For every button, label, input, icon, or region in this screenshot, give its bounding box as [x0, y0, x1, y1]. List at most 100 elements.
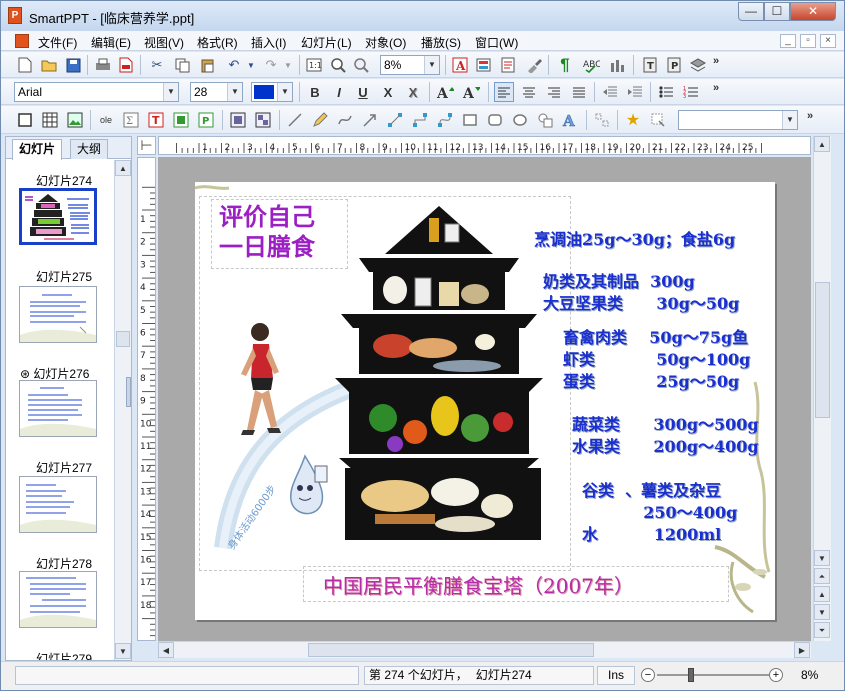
strikethrough-icon[interactable]: X	[378, 82, 398, 102]
canvas-vertical-scrollbar[interactable]: ▲ ▼ ⏶ ▲ ▼ ⏷	[813, 136, 831, 641]
slide-canvas[interactable]: 评价自己 一日膳食 身体活动6000步 烹调油25g～30g；食盐6g 奶类及其…	[158, 157, 811, 641]
zoom-out-button[interactable]: −	[641, 668, 655, 682]
chart-icon[interactable]	[607, 55, 627, 75]
ellipse-icon[interactable]	[510, 110, 530, 130]
scroll-up-icon[interactable]: ▲	[115, 160, 131, 176]
brush-icon[interactable]	[524, 55, 544, 75]
zoom-in-button[interactable]: +	[769, 668, 783, 682]
grow-font-icon[interactable]: A	[435, 82, 455, 102]
level-3-shrimp[interactable]: 虾类 50g～100g	[563, 346, 750, 370]
menu-edit[interactable]: 编辑(E)	[91, 34, 131, 51]
level-2-dairy[interactable]: 奶类及其制品 300g	[543, 268, 695, 292]
align-objects-icon[interactable]	[592, 110, 612, 130]
level-4-fruits[interactable]: 水果类 200g～400g	[572, 433, 759, 457]
shrink-font-icon[interactable]: A	[461, 82, 481, 102]
level-3-meat-fish[interactable]: 畜禽肉类 50g～75g鱼	[563, 324, 748, 348]
level-5-water[interactable]: 水 1200ml	[582, 521, 721, 545]
pen-icon[interactable]	[310, 110, 330, 130]
redo-dropdown-icon[interactable]: ▼	[282, 55, 294, 75]
chevron-down-icon[interactable]: ▼	[163, 83, 178, 101]
next-slide-icon[interactable]: ⏷	[814, 622, 830, 638]
curved-connector-icon[interactable]	[435, 110, 455, 130]
font-size-combo[interactable]: 28 ▼	[190, 82, 243, 102]
style-combo[interactable]: ▼	[678, 110, 798, 130]
level-5-grains-amount[interactable]: 250～400g	[582, 499, 737, 523]
mdi-minimize-button[interactable]: _	[780, 34, 796, 48]
slide-274[interactable]: 评价自己 一日膳食 身体活动6000步 烹调油25g～30g；食盐6g 奶类及其…	[195, 182, 775, 620]
rounded-rectangle-icon[interactable]	[485, 110, 505, 130]
new-icon[interactable]	[15, 55, 35, 75]
text-a-icon[interactable]: A	[450, 55, 470, 75]
undo-icon[interactable]: ↶	[224, 55, 244, 75]
shape-frame-icon[interactable]	[171, 110, 191, 130]
bullets-icon[interactable]	[656, 82, 676, 102]
menu-insert[interactable]: 插入(I)	[251, 34, 286, 51]
scroll-down-icon[interactable]: ▼	[115, 643, 131, 659]
pdf-export-icon[interactable]: P	[664, 55, 684, 75]
menu-object[interactable]: 对象(O)	[365, 34, 406, 51]
align-center-icon[interactable]	[519, 82, 539, 102]
menu-view[interactable]: 视图(V)	[144, 34, 184, 51]
thumbnail-slide-278[interactable]	[19, 571, 97, 628]
connector-icon[interactable]	[385, 110, 405, 130]
mdi-restore-button[interactable]: ▫	[800, 34, 816, 48]
frame-icon[interactable]	[15, 110, 35, 130]
wordart-icon[interactable]: A	[560, 110, 580, 130]
document-icon[interactable]	[15, 34, 29, 48]
font-color-combo[interactable]: ▼	[251, 82, 293, 102]
notes-icon[interactable]	[498, 55, 518, 75]
chevron-down-icon[interactable]: ▼	[227, 83, 242, 101]
print-icon[interactable]	[93, 55, 113, 75]
clipart-icon[interactable]	[474, 55, 494, 75]
scroll-up-icon[interactable]: ▲	[814, 136, 830, 152]
find-icon[interactable]	[351, 55, 371, 75]
chevron-down-icon[interactable]: ▼	[424, 56, 439, 74]
level-2-soy-nuts[interactable]: 大豆坚果类 30g～50g	[543, 290, 739, 314]
align-justify-icon[interactable]	[569, 82, 589, 102]
font-name-combo[interactable]: Arial ▼	[14, 82, 179, 102]
curve-icon[interactable]	[335, 110, 355, 130]
star-icon[interactable]: ★	[623, 110, 643, 130]
prev-page-icon[interactable]: ▲	[814, 586, 830, 602]
chevron-down-icon[interactable]: ▼	[277, 83, 292, 101]
arrow-icon[interactable]	[360, 110, 380, 130]
scrollbar-thumb[interactable]	[815, 282, 830, 418]
elbow-connector-icon[interactable]	[410, 110, 430, 130]
effects-icon[interactable]	[648, 110, 668, 130]
thumbnail-slide-277[interactable]	[19, 476, 97, 533]
thumbnail-slide-275[interactable]	[19, 286, 97, 343]
level-3-eggs[interactable]: 蛋类 25g～50g	[563, 368, 739, 392]
menu-play[interactable]: 播放(S)	[421, 34, 461, 51]
pane-splitter[interactable]	[126, 377, 131, 407]
prev-slide-icon[interactable]: ⏶	[814, 568, 830, 584]
equation-icon[interactable]: Σ	[121, 110, 141, 130]
picture-icon[interactable]	[65, 110, 85, 130]
line-icon[interactable]	[285, 110, 305, 130]
zoom-slider-track[interactable]	[657, 674, 769, 676]
menu-window[interactable]: 窗口(W)	[475, 34, 518, 51]
next-page-icon[interactable]: ▼	[814, 604, 830, 620]
toolbar-overflow-chevron[interactable]: »	[807, 110, 813, 122]
horizontal-ruler[interactable]: 1 2 3 4 5 6 7 8 9 10 11 12 13 14 15 16 17 18 19 20 21 22 23 24 2…	[158, 136, 811, 155]
rectangle-icon[interactable]	[460, 110, 480, 130]
redo-icon[interactable]: ↷	[261, 55, 281, 75]
page-icon[interactable]: T	[640, 55, 660, 75]
ruler-corner[interactable]: ⊢	[137, 136, 156, 155]
menu-format[interactable]: 格式(R)	[197, 34, 238, 51]
undo-dropdown-icon[interactable]: ▼	[245, 55, 257, 75]
zoom-slider-knob[interactable]	[687, 668, 694, 682]
scrollbar-thumb[interactable]	[308, 643, 594, 657]
toolbar-overflow-chevron[interactable]: »	[713, 55, 719, 67]
canvas-horizontal-scrollbar[interactable]: ◀ ▶	[158, 641, 811, 658]
level-5-grains[interactable]: 谷类 、薯类及杂豆	[582, 477, 721, 501]
group-icon[interactable]	[228, 110, 248, 130]
cut-icon[interactable]: ✂	[147, 55, 167, 75]
tab-outline[interactable]: 大纲	[70, 139, 109, 159]
menu-slide[interactable]: 幻灯片(L)	[301, 34, 352, 51]
placeholder-icon[interactable]: P	[196, 110, 216, 130]
ole-object-icon[interactable]: ole	[96, 110, 116, 130]
zoom-fit-icon[interactable]: 1:1	[304, 55, 324, 75]
zoom-icon[interactable]	[328, 55, 348, 75]
thumbnail-slide-276[interactable]	[19, 380, 97, 437]
scroll-right-icon[interactable]: ▶	[794, 642, 810, 658]
